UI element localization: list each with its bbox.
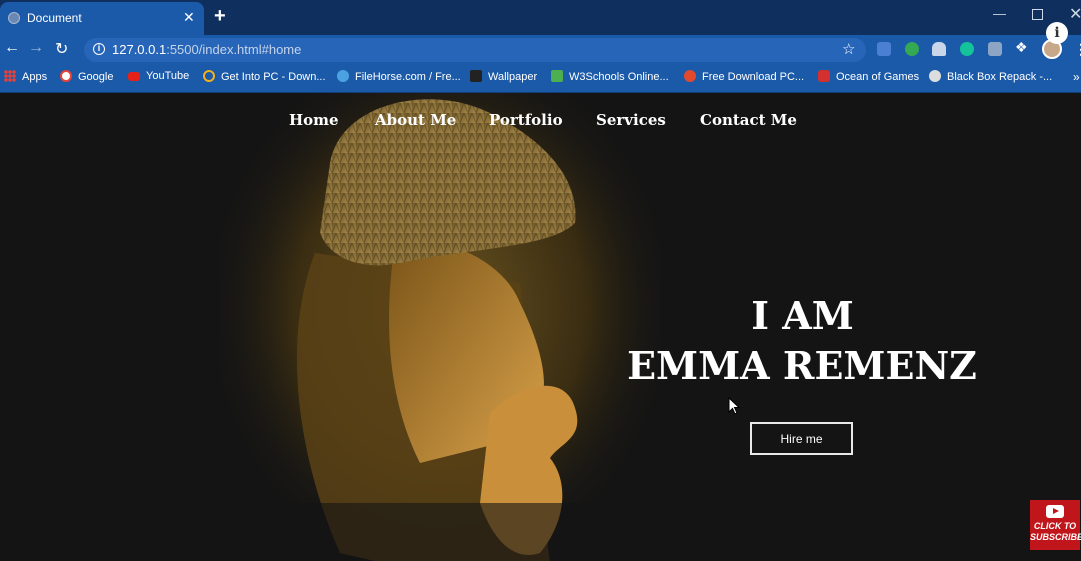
tab-title: Document bbox=[27, 11, 82, 25]
back-arrow-icon[interactable]: ← bbox=[4, 39, 20, 57]
wallpaper-icon bbox=[470, 70, 482, 82]
click-to-subscribe-button[interactable]: CLICK TO SUBSCRIBE bbox=[1030, 500, 1081, 550]
hero-heading-line1: I AM bbox=[751, 293, 854, 338]
bookmark-wallpaper[interactable]: Wallpaper bbox=[470, 70, 537, 83]
site-info-icon[interactable]: i bbox=[93, 43, 105, 55]
info-overlay-icon[interactable]: i bbox=[1046, 22, 1068, 44]
translate-extension-icon[interactable] bbox=[877, 42, 891, 56]
bookmark-getintopc[interactable]: Get Into PC - Down... bbox=[203, 70, 326, 83]
oceanofgames-icon bbox=[818, 70, 830, 82]
w3schools-icon bbox=[551, 70, 563, 82]
window-close-button[interactable]: ✕ bbox=[1069, 4, 1081, 24]
bookmark-w3schools[interactable]: W3Schools Online... bbox=[551, 70, 669, 83]
youtube-icon bbox=[128, 72, 140, 81]
web-page: Home About Me Portfolio Services Contact… bbox=[0, 93, 1081, 561]
bookmark-apps[interactable]: Apps bbox=[4, 70, 47, 83]
menu-kebab-icon[interactable]: ⋮ bbox=[1074, 41, 1081, 58]
nav-link-home[interactable]: Home bbox=[289, 111, 339, 129]
url-text[interactable]: 127.0.0.1:5500/index.html#home bbox=[112, 42, 301, 57]
bookmarks-overflow-icon[interactable]: » bbox=[1073, 70, 1080, 84]
browser-tab-strip: Document ✕ + — ✕ bbox=[0, 0, 1081, 35]
youtube-play-icon bbox=[1046, 505, 1064, 518]
address-bar[interactable]: i 127.0.0.1:5500/index.html#home ☆ bbox=[84, 38, 866, 62]
nav-link-contact[interactable]: Contact Me bbox=[700, 111, 797, 129]
puzzle-extensions-icon[interactable]: ❖ bbox=[1015, 39, 1029, 55]
bookmark-youtube[interactable]: YouTube bbox=[128, 70, 189, 82]
nav-link-about[interactable]: About Me bbox=[375, 111, 456, 129]
forward-arrow-icon[interactable]: → bbox=[28, 39, 44, 57]
subscribe-label: CLICK TO SUBSCRIBE bbox=[1030, 521, 1081, 542]
reload-icon[interactable]: ↻ bbox=[55, 39, 68, 59]
nav-link-services[interactable]: Services bbox=[596, 111, 666, 129]
bookmark-filehorse[interactable]: FileHorse.com / Fre... bbox=[337, 70, 461, 83]
tab-close-button[interactable]: ✕ bbox=[183, 9, 195, 26]
mouse-cursor-icon bbox=[728, 397, 740, 415]
url-host: 127.0.0.1 bbox=[112, 42, 167, 57]
grammarly-extension-icon[interactable] bbox=[960, 42, 974, 56]
hero-heading-line2: EMMA REMENZ bbox=[627, 343, 977, 388]
window-minimize-button[interactable]: — bbox=[993, 6, 1006, 21]
browser-tab-active[interactable]: Document ✕ bbox=[0, 2, 204, 35]
getintopc-icon bbox=[203, 70, 215, 82]
freedownload-icon bbox=[684, 70, 696, 82]
bookmark-star-icon[interactable]: ☆ bbox=[842, 40, 855, 58]
apps-grid-icon bbox=[4, 70, 16, 82]
blackbox-icon bbox=[929, 70, 941, 82]
hire-me-button[interactable]: Hire me bbox=[750, 422, 853, 455]
browser-toolbar: ← → ↻ i 127.0.0.1:5500/index.html#home ☆… bbox=[0, 35, 1081, 65]
filehorse-icon bbox=[337, 70, 349, 82]
globe-icon bbox=[8, 12, 20, 24]
url-path: :5500/index.html#home bbox=[166, 42, 302, 57]
image-extension-icon[interactable] bbox=[988, 42, 1002, 56]
google-icon bbox=[60, 70, 72, 82]
bookmark-freedownload[interactable]: Free Download PC... bbox=[684, 70, 804, 83]
check-extension-icon[interactable] bbox=[905, 42, 919, 56]
bookmark-oceanofgames[interactable]: Ocean of Games bbox=[818, 70, 919, 83]
bookmark-google[interactable]: Google bbox=[60, 70, 113, 83]
hero-portrait-image bbox=[220, 93, 660, 561]
bookmarks-bar: Apps Google YouTube Get Into PC - Down..… bbox=[0, 65, 1081, 93]
new-tab-button[interactable]: + bbox=[214, 5, 226, 28]
bookmark-blackbox[interactable]: Black Box Repack -... bbox=[929, 70, 1052, 83]
nav-link-portfolio[interactable]: Portfolio bbox=[489, 111, 563, 129]
cloud-extension-icon[interactable] bbox=[932, 42, 946, 56]
window-restore-button[interactable] bbox=[1032, 9, 1043, 20]
